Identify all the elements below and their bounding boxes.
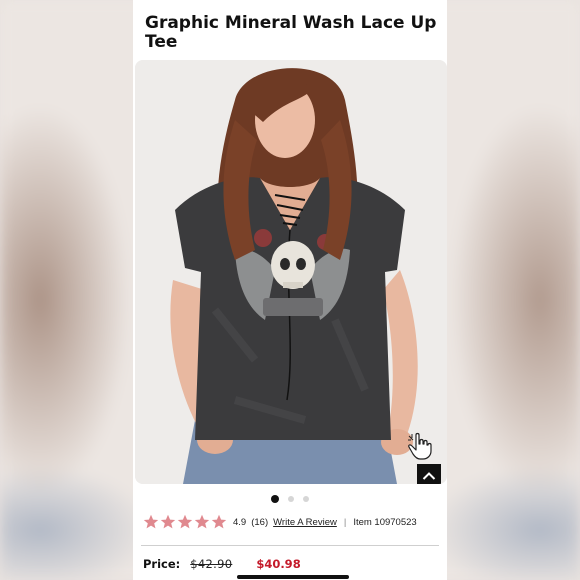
- product-image[interactable]: [135, 60, 447, 484]
- star-icon: [160, 514, 176, 529]
- item-number: Item 10970523: [353, 516, 417, 528]
- price-label: Price:: [143, 557, 181, 571]
- original-price: $42.90: [190, 557, 233, 571]
- sale-price: $40.98: [256, 557, 301, 571]
- review-count: (16): [251, 516, 269, 528]
- star-icon: [194, 514, 210, 529]
- rating-stars: [143, 514, 227, 530]
- pointing-hand-icon[interactable]: [407, 432, 433, 460]
- pagination-dot-2[interactable]: [288, 496, 294, 502]
- rating-row: 4.9 (16) Write A Review | Item 10970523: [143, 512, 443, 532]
- chevron-up-icon: [422, 472, 436, 480]
- product-photo-illustration: [135, 60, 447, 484]
- product-screen: Graphic Mineral Wash Lace Up Tee 4.9 (16…: [133, 0, 447, 580]
- product-title: Graphic Mineral Wash Lace Up Tee: [145, 13, 437, 52]
- star-icon: [143, 514, 159, 529]
- price-row: Price: $42.90 $40.98: [143, 557, 443, 571]
- divider: [141, 545, 439, 546]
- write-review-link[interactable]: Write A Review: [273, 517, 337, 528]
- separator: |: [343, 516, 347, 528]
- home-indicator: [237, 575, 349, 579]
- image-pagination: [133, 494, 447, 504]
- rating-value: 4.9: [233, 516, 247, 528]
- pagination-dot-1[interactable]: [271, 495, 279, 503]
- scroll-to-top-button[interactable]: [417, 464, 441, 484]
- pagination-dot-3[interactable]: [303, 496, 309, 502]
- star-icon: [177, 514, 193, 529]
- star-icon: [211, 514, 227, 529]
